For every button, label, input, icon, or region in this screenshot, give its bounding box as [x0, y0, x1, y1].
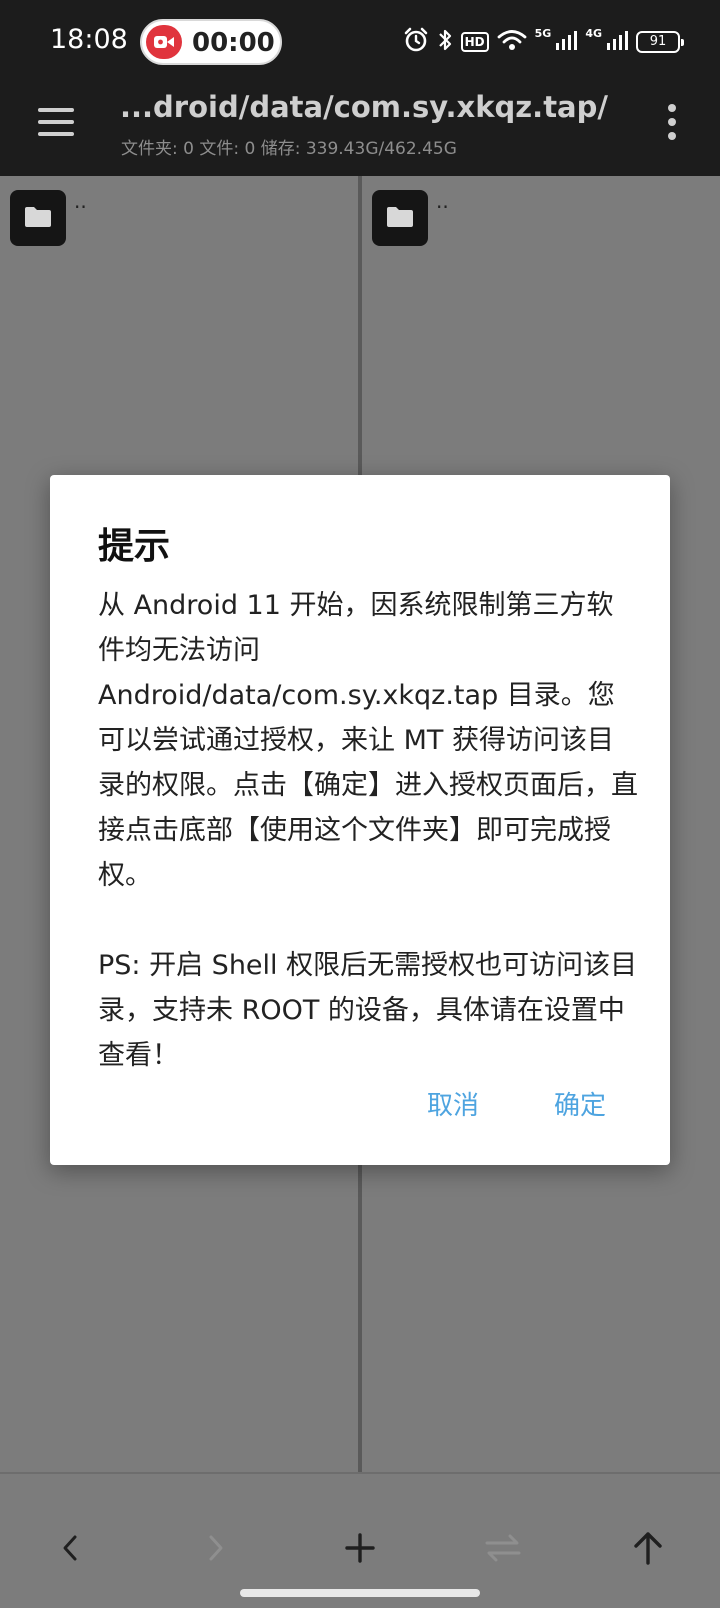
chevron-left-icon [63, 1535, 77, 1561]
dialog-message: 从 Android 11 开始，因系统限制第三方软件均无法访问 Android/… [98, 583, 638, 1078]
dialog-title: 提示 [98, 526, 171, 567]
battery-icon: 91 [636, 31, 684, 53]
arrow-up-icon [634, 1532, 662, 1565]
confirm-button[interactable]: 确定 [554, 1085, 606, 1122]
forward-button[interactable] [188, 1520, 244, 1576]
swap-panes-button[interactable] [475, 1520, 531, 1576]
bottom-action-bar [0, 1472, 720, 1608]
video-camera-icon [146, 25, 182, 59]
hd-voice-badge: HD [460, 32, 489, 52]
back-button[interactable] [42, 1520, 98, 1576]
folder-name: .. [74, 189, 87, 213]
home-indicator[interactable] [240, 1589, 480, 1597]
swap-arrows-icon [485, 1534, 521, 1562]
parent-folder-item[interactable]: .. [10, 190, 87, 246]
permission-dialog: 提示 从 Android 11 开始，因系统限制第三方软件均无法访问 Andro… [50, 475, 670, 1165]
plus-icon [345, 1533, 375, 1563]
dialog-paragraph: PS: 开启 Shell 权限后无需授权也可访问该目录，支持未 ROOT 的设备… [98, 950, 638, 1071]
app-toolbar: ...droid/data/com.sy.xkqz.tap/ 文件夹: 0 文件… [0, 82, 720, 176]
cancel-button[interactable]: 取消 [427, 1085, 479, 1122]
hamburger-menu-icon[interactable] [36, 102, 76, 142]
wifi-icon [497, 28, 527, 56]
current-path: ...droid/data/com.sy.xkqz.tap/ [120, 90, 608, 124]
network-type-1: 5G [534, 26, 552, 40]
clock: 18:08 [50, 24, 128, 55]
dialog-paragraph: 从 Android 11 开始，因系统限制第三方软件均无法访问 Android/… [98, 590, 638, 891]
alarm-icon [403, 27, 429, 57]
folder-icon [10, 190, 66, 246]
recording-time: 00:00 [192, 28, 275, 58]
chevron-right-icon [209, 1535, 223, 1561]
folder-icon [372, 190, 428, 246]
folder-name: .. [436, 189, 449, 213]
signal-strength-icon [555, 29, 578, 55]
status-icons: HD 5G 4G 91 [403, 26, 684, 58]
more-options-icon[interactable] [664, 102, 680, 142]
parent-folder-item[interactable]: .. [372, 190, 449, 246]
add-button[interactable] [332, 1520, 388, 1576]
screen-recording-pill[interactable]: 00:00 [140, 19, 282, 65]
signal-strength-icon [606, 29, 628, 55]
network-type-2: 4G [585, 26, 602, 40]
directory-info: 文件夹: 0 文件: 0 储存: 339.43G/462.45G [121, 139, 457, 159]
bluetooth-icon [437, 27, 453, 57]
parent-directory-button[interactable] [620, 1520, 676, 1576]
status-bar: 18:08 00:00 HD 5G 4G 91 [0, 0, 720, 82]
